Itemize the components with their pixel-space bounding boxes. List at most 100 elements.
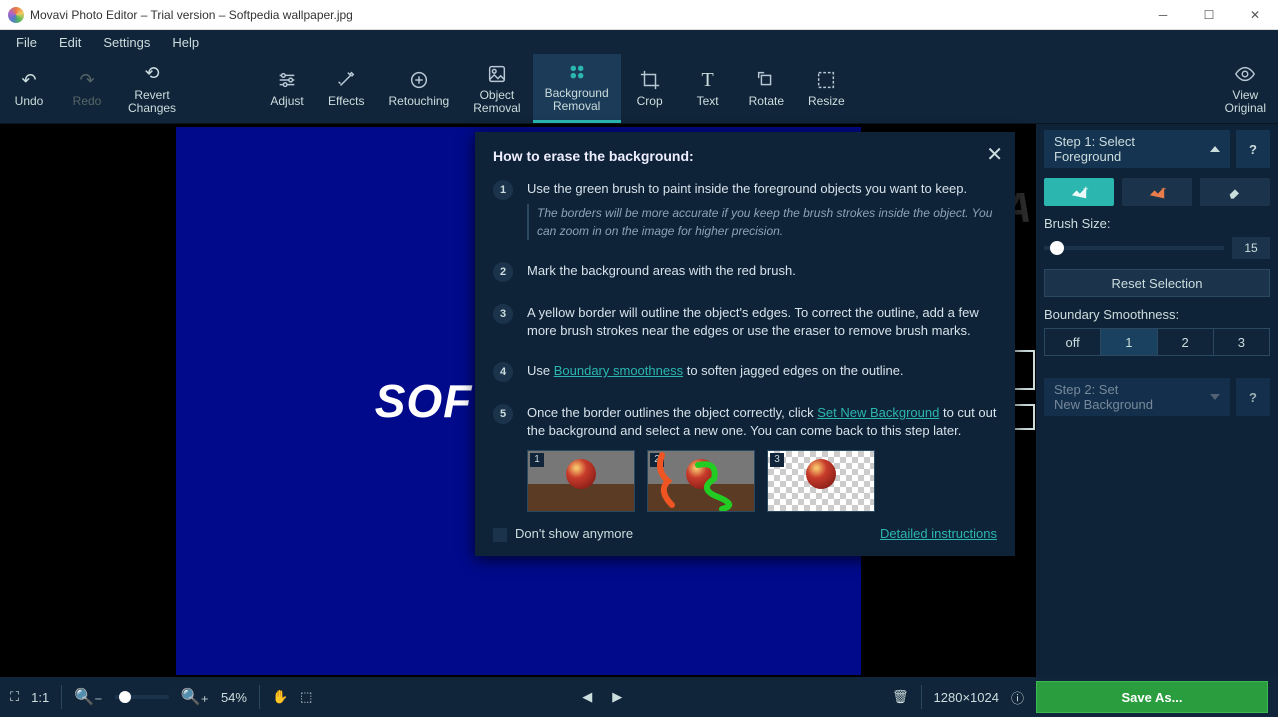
- svg-text:+: +: [1083, 184, 1089, 195]
- close-button[interactable]: ✕: [1232, 0, 1278, 30]
- zoom-in-button[interactable]: 🔍₊: [181, 687, 209, 707]
- object-removal-button[interactable]: Object Removal: [461, 54, 532, 123]
- help-popup: ✕ How to erase the background: 1 Use the…: [475, 132, 1015, 556]
- redo-label: Redo: [73, 95, 102, 108]
- smooth-3[interactable]: 3: [1214, 329, 1269, 355]
- resize-button[interactable]: Resize: [796, 54, 857, 123]
- smooth-2[interactable]: 2: [1158, 329, 1214, 355]
- window-title: Movavi Photo Editor – Trial version – So…: [30, 8, 353, 22]
- menu-settings[interactable]: Settings: [93, 33, 160, 52]
- revert-icon: ⟲: [141, 63, 163, 85]
- bracket-connector: [1015, 404, 1035, 430]
- step4-text: Use Boundary smoothness to soften jagged…: [527, 362, 904, 382]
- step1-header[interactable]: Step 1: Select Foreground: [1044, 130, 1230, 168]
- effects-button[interactable]: Effects: [316, 54, 376, 123]
- popup-close-button[interactable]: ✕: [986, 142, 1003, 167]
- vieworig-label: View Original: [1225, 89, 1266, 115]
- reset-selection-button[interactable]: Reset Selection: [1044, 269, 1270, 297]
- dimensions-label: 1280×1024: [934, 690, 999, 705]
- effects-label: Effects: [328, 95, 364, 108]
- rotate-button[interactable]: Rotate: [737, 54, 796, 123]
- bracket-connector: [1015, 350, 1035, 390]
- step-number: 3: [493, 304, 513, 324]
- detailed-instructions-link[interactable]: Detailed instructions: [880, 526, 997, 541]
- chevron-down-icon: [1210, 394, 1220, 400]
- text-icon: T: [697, 69, 719, 91]
- bgrem-label: Background Removal: [545, 87, 609, 113]
- save-as-button[interactable]: Save As...: [1036, 681, 1268, 713]
- adjust-label: Adjust: [270, 95, 303, 108]
- delete-button[interactable]: 🗑: [892, 689, 909, 705]
- background-removal-button[interactable]: Background Removal: [533, 54, 621, 123]
- prev-button[interactable]: ◀: [582, 689, 592, 705]
- adjust-icon: [276, 69, 298, 91]
- next-button[interactable]: ▶: [612, 689, 622, 705]
- dont-show-checkbox[interactable]: Don't show anymore: [493, 526, 633, 542]
- info-button[interactable]: ⓘ: [1011, 688, 1024, 707]
- marquee-button[interactable]: ⬚: [300, 689, 312, 705]
- retouching-icon: [408, 69, 430, 91]
- smoothness-label: Boundary Smoothness:: [1044, 307, 1270, 322]
- smooth-off[interactable]: off: [1045, 329, 1101, 355]
- rotate-icon: [755, 69, 777, 91]
- step1-help-button[interactable]: ?: [1236, 130, 1270, 168]
- resize-icon: [815, 69, 837, 91]
- brush-size-label: Brush Size:: [1044, 216, 1270, 231]
- hand-tool-button[interactable]: ✋: [272, 689, 288, 705]
- chevron-up-icon: [1210, 146, 1220, 152]
- zoom-out-button[interactable]: 🔍₋: [74, 687, 102, 707]
- setbg-link[interactable]: Set New Background: [817, 405, 939, 420]
- smoothness-segments: off 1 2 3: [1044, 328, 1270, 356]
- view-original-button[interactable]: View Original: [1213, 54, 1278, 123]
- menu-edit[interactable]: Edit: [49, 33, 91, 52]
- revert-button[interactable]: ⟲ Revert Changes: [116, 54, 188, 123]
- adjust-button[interactable]: Adjust: [258, 54, 316, 123]
- undo-label: Undo: [15, 95, 44, 108]
- rotate-label: Rotate: [749, 95, 784, 108]
- step5-text: Once the border outlines the object corr…: [527, 404, 997, 512]
- step2-label: Step 2: Set New Background: [1054, 382, 1153, 412]
- resize-label: Resize: [808, 95, 845, 108]
- text-label: Text: [697, 95, 719, 108]
- crop-button[interactable]: Crop: [621, 54, 679, 123]
- text-button[interactable]: T Text: [679, 54, 737, 123]
- toolbar: ↶ Undo ↷ Redo ⟲ Revert Changes Adjust Ef…: [0, 54, 1278, 124]
- redo-button[interactable]: ↷ Redo: [58, 54, 116, 123]
- crop-icon: [639, 69, 661, 91]
- effects-icon: [335, 69, 357, 91]
- step1-label: Step 1: Select Foreground: [1054, 134, 1135, 164]
- bgremoval-icon: [566, 61, 588, 83]
- brush-size-slider[interactable]: [1044, 246, 1224, 250]
- actual-size-button[interactable]: 1:1: [31, 690, 49, 705]
- fullscreen-button[interactable]: ⛶: [10, 689, 19, 705]
- menubar: File Edit Settings Help: [0, 30, 1278, 54]
- eye-icon: [1234, 63, 1256, 85]
- smooth-1[interactable]: 1: [1101, 329, 1157, 355]
- zoom-slider[interactable]: [115, 695, 169, 699]
- eraser-button[interactable]: [1200, 178, 1270, 206]
- step-number: 5: [493, 404, 513, 424]
- minimize-button[interactable]: ─: [1140, 0, 1186, 30]
- example-thumb-2: 2: [647, 450, 755, 512]
- object-removal-icon: [486, 63, 508, 85]
- step-number: 4: [493, 362, 513, 382]
- redo-icon: ↷: [76, 69, 98, 91]
- zoom-value: 54%: [221, 690, 247, 705]
- step2-help-button[interactable]: ?: [1236, 378, 1270, 416]
- maximize-button[interactable]: ☐: [1186, 0, 1232, 30]
- svg-text:−: −: [1161, 184, 1167, 195]
- retouching-button[interactable]: Retouching: [377, 54, 462, 123]
- undo-button[interactable]: ↶ Undo: [0, 54, 58, 123]
- titlebar: Movavi Photo Editor – Trial version – So…: [0, 0, 1278, 30]
- step-number: 2: [493, 262, 513, 282]
- menu-file[interactable]: File: [6, 33, 47, 52]
- boundary-link[interactable]: Boundary smoothness: [554, 363, 683, 378]
- step2-text: Mark the background areas with the red b…: [527, 262, 796, 282]
- red-brush-button[interactable]: −: [1122, 178, 1192, 206]
- brush-size-value[interactable]: 15: [1232, 237, 1270, 259]
- step2-header[interactable]: Step 2: Set New Background: [1044, 378, 1230, 416]
- menu-help[interactable]: Help: [162, 33, 209, 52]
- popup-title: How to erase the background:: [493, 148, 997, 164]
- statusbar: ⛶ 1:1 🔍₋ 🔍₊ 54% ✋ ⬚ ◀ ▶ 🗑 1280×1024 ⓘ Sa…: [0, 677, 1278, 717]
- green-brush-button[interactable]: +: [1044, 178, 1114, 206]
